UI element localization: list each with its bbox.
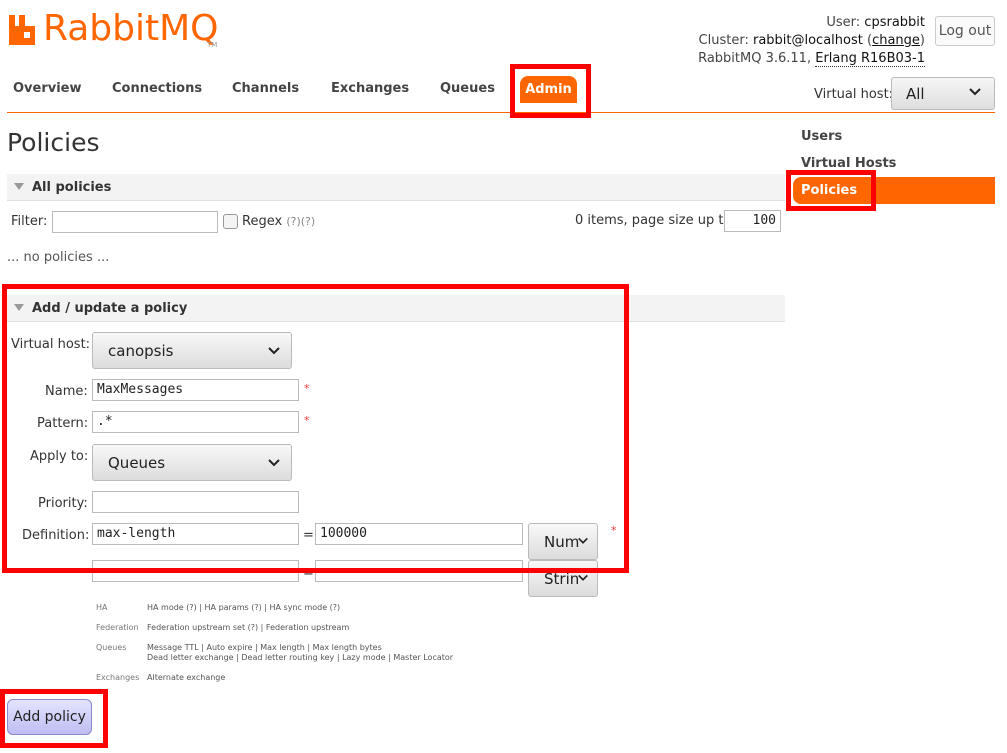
help-ha-links[interactable]: HA mode (?) | HA params (?) | HA sync mo… [147,603,340,612]
add-policy-title: Add / update a policy [32,301,188,316]
filter-label: Filter: [11,214,48,229]
collapse-triangle-icon [14,304,24,311]
definition-value-input-2[interactable] [315,560,523,582]
logo-tm: TM [207,41,218,49]
definition-value-input[interactable]: 100000 [315,523,523,545]
nav-divider [7,112,995,113]
policy-vhost-value: canopsis [108,341,174,360]
help-queues-label: Queues [96,643,127,652]
page-title: Policies [7,128,100,157]
definition-equals-2: = [303,566,314,581]
help-federation-label: Federation [96,623,139,632]
regex-checkbox[interactable] [223,214,238,229]
help-ha-label: HA [96,603,108,612]
vhost-label: Virtual host: [814,87,894,102]
help-queues-links-1[interactable]: Message TTL | Auto expire | Max length |… [147,643,382,652]
priority-input[interactable] [92,491,299,513]
vhost-select[interactable]: All [891,77,995,110]
policy-pattern-label: Pattern: [37,416,89,431]
all-policies-header[interactable]: All policies [7,174,785,201]
user-name: cpsrabbit [864,15,925,30]
definition-type-value: Num [544,532,580,551]
tab-connections[interactable]: Connections [112,81,202,96]
definition-type-select-2[interactable]: Strin [528,560,598,597]
policy-vhost-select[interactable]: canopsis [92,332,292,369]
chevron-down-icon [268,346,280,354]
help-queues-links-2[interactable]: Dead letter exchange | Dead letter routi… [147,653,453,662]
policy-vhost-label: Virtual host: [11,337,91,352]
tab-channels[interactable]: Channels [232,81,299,96]
add-policy-button[interactable]: Add policy [7,699,92,735]
tab-queues[interactable]: Queues [440,81,495,96]
tab-overview[interactable]: Overview [13,81,82,96]
all-policies-title: All policies [32,180,112,195]
definition-type-select[interactable]: Num [528,523,598,560]
logo-wordmark: RabbitMQ [43,8,219,49]
chevron-down-icon [578,537,588,544]
tab-exchanges[interactable]: Exchanges [331,81,409,96]
cluster-name: rabbit@localhost [752,33,863,48]
policy-name-label: Name: [45,384,88,399]
help-exchanges-links[interactable]: Alternate exchange [147,673,225,682]
filter-input[interactable] [52,211,218,233]
chevron-down-icon [969,88,981,96]
required-marker: * [304,382,310,395]
apply-to-value: Queues [108,453,166,472]
help-exchanges-label: Exchanges [96,673,140,682]
header-info: User: cpsrabbit Cluster: rabbit@localhos… [698,15,925,67]
regex-label: Regex (?)(?) [242,214,315,229]
user-label: User: [826,15,861,30]
erlang-version: Erlang R16B03-1 [815,51,925,67]
logout-button[interactable]: Log out [935,16,995,46]
version-text: RabbitMQ 3.6.11, [698,51,812,66]
definition-type-value-2: Strin [544,569,580,588]
tab-admin[interactable]: Admin [520,76,577,103]
policy-pattern-input[interactable]: .* [92,411,299,433]
priority-label: Priority: [38,496,88,511]
no-policies-text: ... no policies ... [7,250,110,265]
rabbit-logo-icon [9,15,35,45]
policy-name-input[interactable]: MaxMessages [92,379,299,401]
definition-key-input-2[interactable] [92,560,299,582]
page-info: 0 items, page size up to [575,213,732,228]
regex-help[interactable]: (?)(?) [286,215,315,228]
chevron-down-icon [578,574,588,581]
chevron-down-icon [268,458,280,466]
apply-to-label: Apply to: [30,449,89,464]
help-federation-links[interactable]: Federation upstream set (?) | Federation… [147,623,349,632]
sidebar-item-virtual-hosts[interactable]: Virtual Hosts [801,156,896,171]
change-cluster-link[interactable]: change [872,33,920,48]
sidebar-item-users[interactable]: Users [801,129,842,144]
definition-key-input[interactable]: max-length [92,523,299,545]
required-marker: * [611,524,617,537]
definition-equals: = [303,528,314,543]
definition-label: Definition: [22,528,90,543]
cluster-label: Cluster: [698,33,749,48]
add-policy-header[interactable]: Add / update a policy [7,295,785,322]
regex-label-text: Regex [242,214,283,229]
page-size-input[interactable]: 100 [724,210,781,232]
vhost-select-value: All [906,84,925,103]
sidebar-item-policies[interactable]: Policies [801,183,857,198]
required-marker: * [304,414,310,427]
collapse-triangle-icon [14,183,24,190]
apply-to-select[interactable]: Queues [92,444,292,481]
